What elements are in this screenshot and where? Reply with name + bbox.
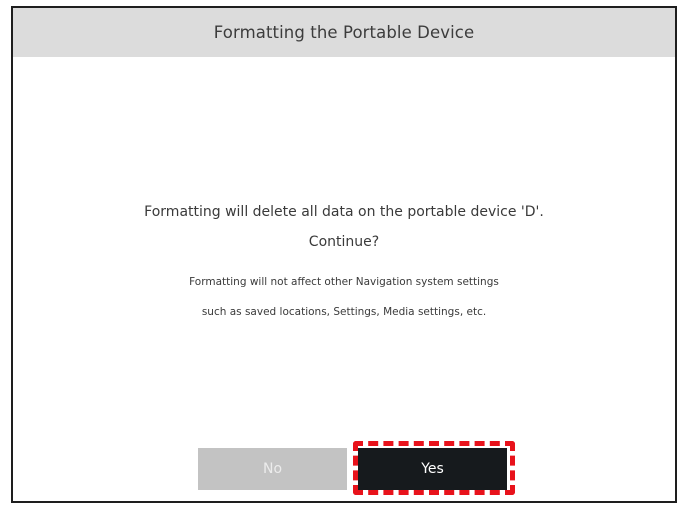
note-text-line1: Formatting will not affect other Navigat…: [189, 276, 499, 288]
dialog-header: Formatting the Portable Device: [13, 8, 675, 57]
warning-message: Formatting will delete all data on the p…: [144, 204, 544, 220]
format-dialog: Formatting the Portable Device Formattin…: [11, 6, 677, 503]
dialog-title: Formatting the Portable Device: [213, 23, 475, 42]
confirm-question: Continue?: [308, 234, 380, 250]
no-button-label: No: [262, 461, 283, 477]
note-text-line2: such as saved locations, Settings, Media…: [201, 306, 487, 318]
no-button[interactable]: No: [198, 448, 347, 490]
yes-button[interactable]: Yes: [358, 448, 507, 490]
yes-button-label: Yes: [421, 461, 444, 477]
